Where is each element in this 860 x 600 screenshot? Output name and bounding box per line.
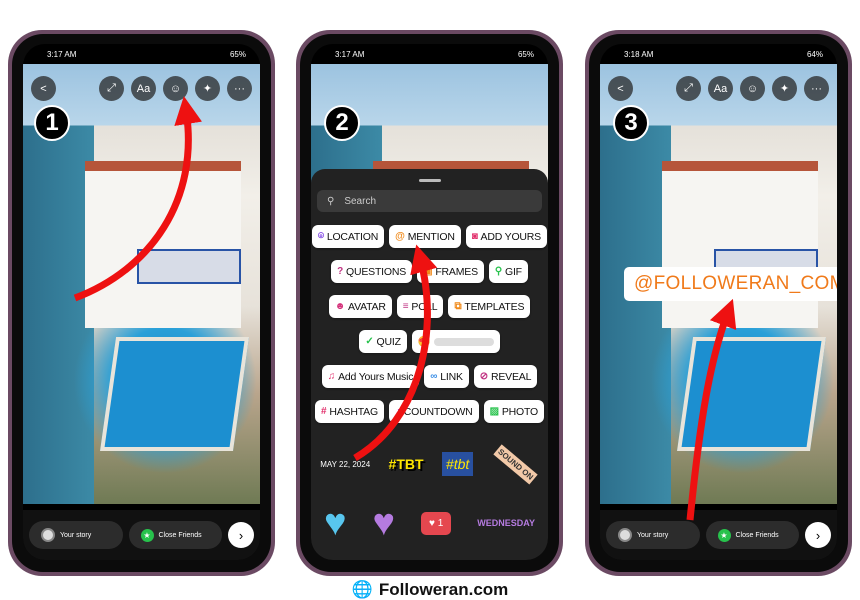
sticker-quiz[interactable]: ✓ QUIZ [359, 330, 407, 353]
date-sticker[interactable]: MAY 22, 2024 [320, 460, 370, 469]
emoji-slider-sticker[interactable]: 😍 [411, 330, 500, 353]
next-button[interactable]: › [228, 522, 254, 548]
avatar [618, 528, 632, 542]
star-icon: ★ [140, 528, 154, 542]
your-story-button[interactable]: Your story [606, 521, 700, 549]
heart-icon: ♥ [429, 517, 438, 529]
search-icon: ⚲ [327, 195, 335, 207]
sticker-link[interactable]: ∞ LINK [424, 365, 469, 388]
next-button[interactable]: › [805, 522, 831, 548]
mention-sticker[interactable]: @FOLLOWERAN_COM [624, 267, 837, 301]
sticker-button[interactable]: ☺ [740, 76, 765, 101]
more-button[interactable]: ··· [804, 76, 829, 101]
avatar-icon: ☻ [334, 301, 346, 312]
status-bar: 3:17 AM 65% [335, 49, 534, 59]
search-icon: ⚲ [494, 266, 502, 277]
sound-on-sticker[interactable]: SOUND ON [492, 443, 538, 485]
question-icon: ? [337, 266, 344, 277]
footer-brand: 🌐 Followeran.com [351, 580, 509, 599]
templates-icon: ⧉ [454, 301, 462, 312]
sticker-row: ✓ QUIZ 😍 [311, 330, 548, 353]
sticker-add-yours[interactable]: ◙ ADD YOURS [465, 225, 547, 248]
check-circle-icon: ✓ [365, 336, 374, 347]
camera-icon: ◙ [471, 231, 478, 242]
step-badge-1: 1 [34, 105, 70, 141]
step-badge-2: 2 [324, 105, 360, 141]
tbt-fan-sticker[interactable]: #tbt [441, 452, 474, 476]
sticker-button[interactable]: ☺ [163, 76, 188, 101]
sticker-avatar[interactable]: ☻ AVATAR [328, 295, 392, 318]
status-bar: 3:18 AM 64% [624, 49, 823, 59]
poll-icon: ≡ [402, 301, 409, 312]
image-icon: ▨ [489, 406, 499, 417]
music-icon: ♫ [327, 371, 336, 382]
close-friends-button[interactable]: ★ Close Friends [128, 521, 222, 549]
step-badge-3: 3 [613, 105, 649, 141]
back-button[interactable]: < [608, 76, 633, 101]
text-button[interactable]: Aa [708, 76, 733, 101]
sticker-location[interactable]: ⌾ LOCATION [312, 225, 385, 248]
sticker-row: ⌾ LOCATION @ MENTION ◙ ADD YOURS [311, 225, 548, 248]
sticker-poll[interactable]: ≡ POLL [396, 295, 444, 318]
eye-off-icon: ⊘ [479, 371, 488, 382]
close-friends-button[interactable]: ★ Close Friends [705, 521, 799, 549]
sticker-row: # HASHTAG ◔ COUNTDOWN ▨ PHOTO [311, 400, 548, 423]
sticker-questions[interactable]: ? QUESTIONS [331, 260, 413, 283]
sticker-templates[interactable]: ⧉ TEMPLATES [448, 295, 531, 318]
hashtag-icon: # [321, 406, 327, 417]
sticker-search-input[interactable]: ⚲ Search [317, 190, 542, 212]
sticker-add-yours-music[interactable]: ♫ Add Yours Music [321, 365, 420, 388]
sticker-row: ♫ Add Yours Music ∞ LINK ⊘ REVEAL [311, 365, 548, 388]
sticker-reveal[interactable]: ⊘ REVEAL [473, 365, 538, 388]
avatar [41, 528, 55, 542]
more-button[interactable]: ··· [227, 76, 252, 101]
link-icon: ∞ [430, 371, 438, 382]
like-counter-sticker[interactable]: ♥ 1 [421, 511, 452, 535]
sticker-countdown[interactable]: ◔ COUNTDOWN [388, 400, 479, 423]
text-button[interactable]: Aa [131, 76, 156, 101]
star-icon: ★ [717, 528, 731, 542]
sticker-gif[interactable]: ⚲ GIF [488, 260, 528, 283]
tbt-sticker[interactable]: #TBT [389, 456, 424, 472]
slider-track [433, 337, 494, 346]
weekday-sticker[interactable]: WEDNESDAY [477, 518, 535, 528]
resize-button[interactable]: ⤢ [99, 76, 124, 101]
status-bar: 3:17 AM 65% [47, 49, 246, 59]
globe-icon: 🌐 [351, 580, 373, 599]
drag-handle[interactable] [418, 179, 441, 182]
sticker-frames[interactable]: ▣ FRAMES [417, 260, 484, 283]
effects-button[interactable]: ✦ [195, 76, 220, 101]
sticker-photo[interactable]: ▨ PHOTO [483, 400, 544, 423]
resize-button[interactable]: ⤢ [676, 76, 701, 101]
location-pin-icon: ⌾ [318, 231, 324, 242]
sticker-panel: ⚲ Search ⌾ LOCATION @ MENTION ◙ ADD YOURS ? QUES… [311, 169, 548, 560]
frame-icon: ▣ [423, 266, 433, 277]
sticker-row: ☻ AVATAR ≡ POLL ⧉ TEMPLATES [311, 295, 548, 318]
sticker-row: ? QUESTIONS ▣ FRAMES ⚲ GIF [311, 260, 548, 283]
sticker-hashtag[interactable]: # HASHTAG [315, 400, 384, 423]
timer-icon: ◔ [394, 406, 401, 417]
your-story-button[interactable]: Your story [29, 521, 123, 549]
blue-heart-sticker[interactable]: ♥ [324, 504, 347, 542]
back-button[interactable]: < [31, 76, 56, 101]
purple-heart-sticker[interactable]: ♥ [373, 504, 396, 542]
effects-button[interactable]: ✦ [772, 76, 797, 101]
sticker-mention[interactable]: @ MENTION [389, 225, 461, 248]
at-sign-icon: @ [395, 231, 405, 242]
